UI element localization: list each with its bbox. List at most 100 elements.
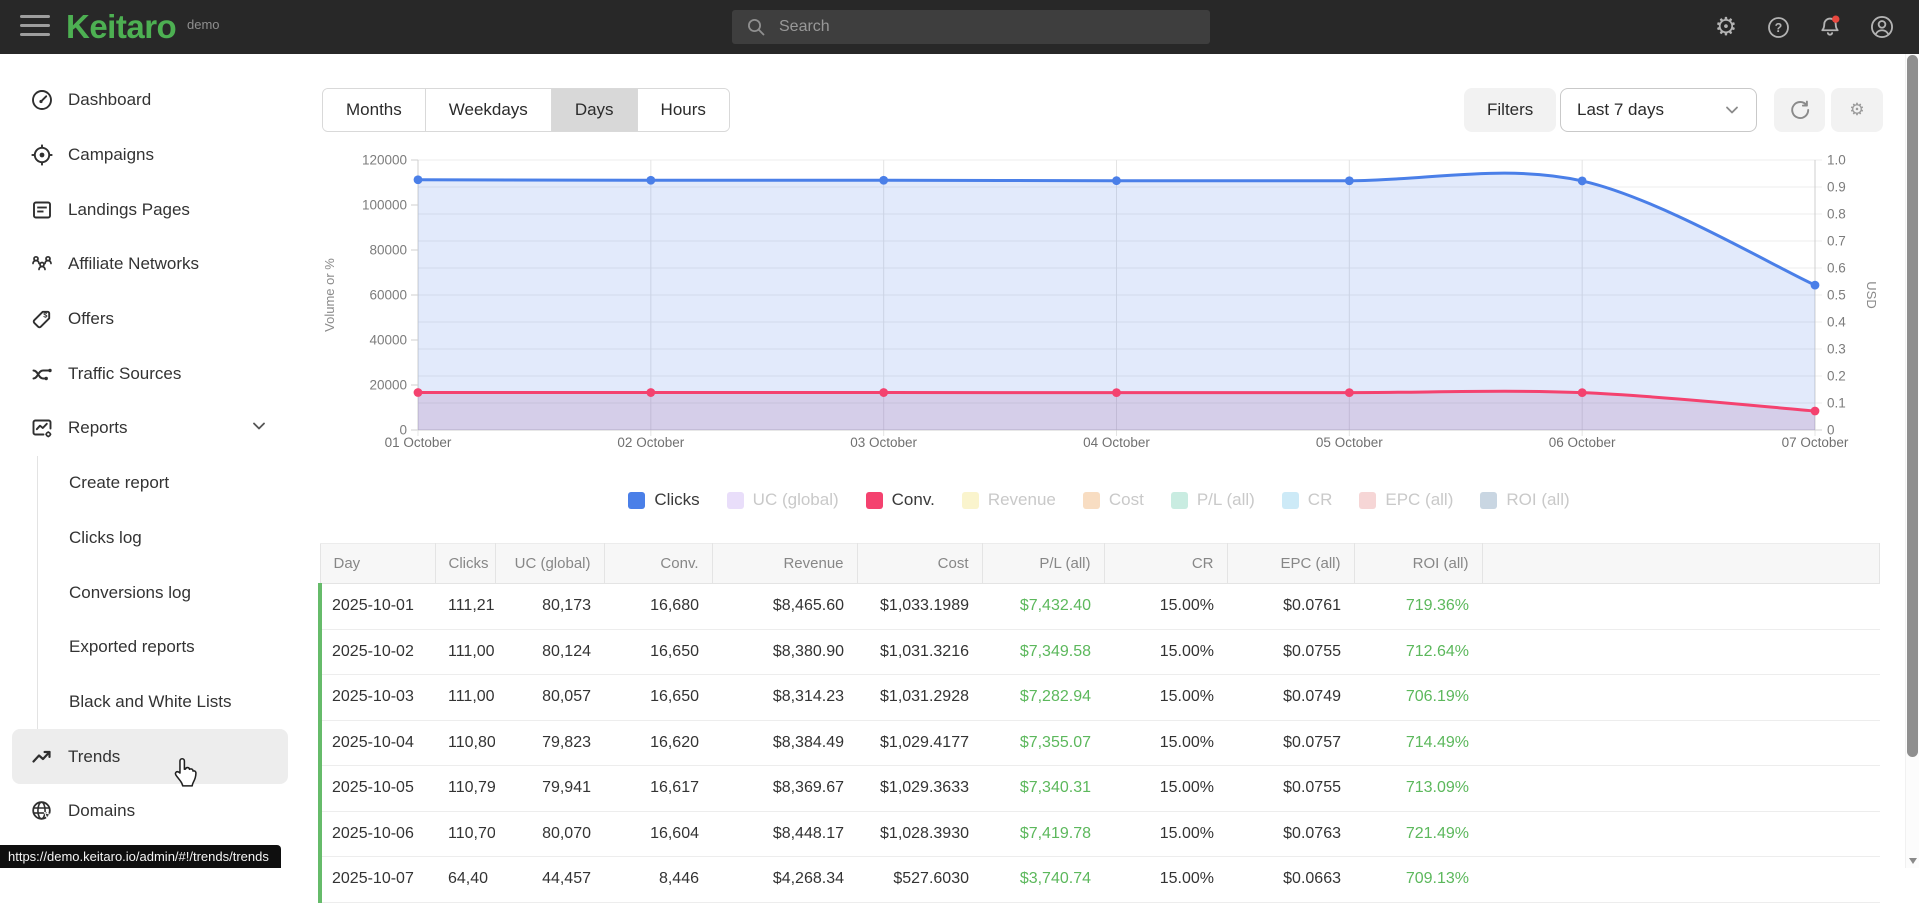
trends-table: DayClicksUC (global)Conv.RevenueCostP/L … xyxy=(318,543,1880,903)
cell-epc-all: $0.0663 xyxy=(1227,857,1354,903)
legend-label: EPC (all) xyxy=(1385,490,1453,510)
sidebar-item-reports[interactable]: Reports xyxy=(0,401,300,456)
sidebar-item-trends[interactable]: Trends xyxy=(12,729,288,784)
account-icon[interactable] xyxy=(1869,14,1895,40)
sidebar-subitem-create-report[interactable]: Create report xyxy=(38,456,300,511)
cell-clicks: 110,80 xyxy=(435,720,495,766)
table-row[interactable]: 2025-10-06110,7080,07016,604$8,448.17$1,… xyxy=(320,811,1880,857)
date-range-value: Last 7 days xyxy=(1577,100,1664,120)
svg-text:100000: 100000 xyxy=(362,198,407,213)
column-header-conv[interactable]: Conv. xyxy=(604,544,712,584)
global-search[interactable] xyxy=(732,10,1210,44)
cell-revenue: $8,369.67 xyxy=(712,766,857,812)
cell-uc-global: 79,823 xyxy=(495,720,604,766)
refresh-icon xyxy=(1789,99,1811,121)
vertical-scrollbar[interactable] xyxy=(1905,54,1919,868)
sidebar-item-campaigns[interactable]: Campaigns xyxy=(0,128,300,183)
column-header-roi-all[interactable]: ROI (all) xyxy=(1354,544,1482,584)
legend-item-cost[interactable]: Cost xyxy=(1083,490,1144,510)
scrollbar-thumb[interactable] xyxy=(1907,55,1918,757)
legend-swatch xyxy=(962,492,979,509)
svg-text:1.0: 1.0 xyxy=(1827,153,1846,168)
legend-swatch xyxy=(1359,492,1376,509)
cell-p-l-all: $7,355.07 xyxy=(982,720,1104,766)
svg-text:0.9: 0.9 xyxy=(1827,180,1846,195)
table-row[interactable]: 2025-10-0764,4044,4578,446$4,268.34$527.… xyxy=(320,857,1880,903)
cell-epc-all: $0.0755 xyxy=(1227,629,1354,675)
cell-p-l-all: $7,340.31 xyxy=(982,766,1104,812)
legend-label: P/L (all) xyxy=(1197,490,1255,510)
sidebar-subitem-exported-reports[interactable]: Exported reports xyxy=(38,620,300,675)
cell-revenue: $8,380.90 xyxy=(712,629,857,675)
legend-item-cr[interactable]: CR xyxy=(1282,490,1333,510)
sidebar-item-traffic-sources[interactable]: Traffic Sources xyxy=(0,346,300,401)
app-logo[interactable]: Keitaro xyxy=(66,8,176,46)
status-url-tooltip: https://demo.keitaro.io/admin/#!/trends/… xyxy=(0,845,281,868)
sidebar-item-offers[interactable]: $Offers xyxy=(0,292,300,347)
legend-item-clicks[interactable]: Clicks xyxy=(628,490,699,510)
sidebar-subitem-conversions-log[interactable]: Conversions log xyxy=(38,565,300,620)
cell-cr: 15.00% xyxy=(1104,720,1227,766)
cell-cr: 15.00% xyxy=(1104,857,1227,903)
cell-filler xyxy=(1482,811,1880,857)
table-row[interactable]: 2025-10-04110,8079,82316,620$8,384.49$1,… xyxy=(320,720,1880,766)
column-header-cr[interactable]: CR xyxy=(1104,544,1227,584)
cell-conv: 16,650 xyxy=(604,629,712,675)
sidebar-item-label: Traffic Sources xyxy=(68,364,181,384)
table-row[interactable]: 2025-10-01111,2180,17316,680$8,465.60$1,… xyxy=(320,584,1880,630)
column-header-cost[interactable]: Cost xyxy=(857,544,982,584)
trends-icon xyxy=(30,745,54,769)
cell-day: 2025-10-03 xyxy=(320,675,435,721)
cell-conv: 8,446 xyxy=(604,857,712,903)
hamburger-menu-icon[interactable] xyxy=(20,15,50,39)
scrollbar-down-arrow-icon[interactable] xyxy=(1909,858,1917,864)
cell-uc-global: 80,124 xyxy=(495,629,604,675)
sidebar-item-dashboard[interactable]: Dashboard xyxy=(0,73,300,128)
svg-text:80000: 80000 xyxy=(369,243,407,258)
notifications-icon[interactable] xyxy=(1817,14,1843,40)
sidebar-subitem-black-and-white-lists[interactable]: Black and White Lists xyxy=(38,675,300,730)
svg-text:120000: 120000 xyxy=(362,153,407,168)
cell-roi-all: 709.13% xyxy=(1354,857,1482,903)
cell-roi-all: 713.09% xyxy=(1354,766,1482,812)
column-header-clicks[interactable]: Clicks xyxy=(435,544,495,584)
legend-item-epc-all[interactable]: EPC (all) xyxy=(1359,490,1453,510)
column-header-revenue[interactable]: Revenue xyxy=(712,544,857,584)
sidebar-item-domains[interactable]: Domains xyxy=(0,784,300,839)
cell-conv: 16,650 xyxy=(604,675,712,721)
cell-clicks: 110,79 xyxy=(435,766,495,812)
svg-text:USD: USD xyxy=(1864,281,1879,308)
column-header-filler xyxy=(1482,544,1880,584)
legend-item-conv[interactable]: Conv. xyxy=(866,490,935,510)
table-row[interactable]: 2025-10-05110,7979,94116,617$8,369.67$1,… xyxy=(320,766,1880,812)
help-icon[interactable]: ? xyxy=(1765,14,1791,40)
table-row[interactable]: 2025-10-02111,0080,12416,650$8,380.90$1,… xyxy=(320,629,1880,675)
cell-conv: 16,617 xyxy=(604,766,712,812)
column-header-p-l-all[interactable]: P/L (all) xyxy=(982,544,1104,584)
legend-item-revenue[interactable]: Revenue xyxy=(962,490,1056,510)
sidebar-item-landings-pages[interactable]: Landings Pages xyxy=(0,182,300,237)
legend-label: CR xyxy=(1308,490,1333,510)
table-row[interactable]: 2025-10-03111,0080,05716,650$8,314.23$1,… xyxy=(320,675,1880,721)
column-header-day[interactable]: Day xyxy=(320,544,435,584)
search-input[interactable] xyxy=(779,18,1210,36)
main-content: MonthsWeekdaysDaysHours Filters Last 7 d… xyxy=(300,54,1905,868)
svg-text:01 October: 01 October xyxy=(385,435,452,450)
legend-item-p-l-all[interactable]: P/L (all) xyxy=(1171,490,1255,510)
column-header-uc-global[interactable]: UC (global) xyxy=(495,544,604,584)
cell-cost: $1,033.1989 xyxy=(857,584,982,630)
legend-item-uc-global[interactable]: UC (global) xyxy=(727,490,839,510)
svg-text:60000: 60000 xyxy=(369,288,407,303)
cell-revenue: $8,448.17 xyxy=(712,811,857,857)
environment-badge: demo xyxy=(187,17,220,32)
sidebar-item-affiliate-networks[interactable]: Affiliate Networks xyxy=(0,237,300,292)
cell-day: 2025-10-01 xyxy=(320,584,435,630)
cell-day: 2025-10-06 xyxy=(320,811,435,857)
settings-icon[interactable]: ⚙ xyxy=(1713,14,1739,40)
legend-swatch xyxy=(866,492,883,509)
affiliate-icon xyxy=(30,252,54,276)
sidebar-subitem-clicks-log[interactable]: Clicks log xyxy=(38,511,300,566)
landings-icon xyxy=(30,198,54,222)
column-header-epc-all[interactable]: EPC (all) xyxy=(1227,544,1354,584)
legend-item-roi-all[interactable]: ROI (all) xyxy=(1480,490,1569,510)
